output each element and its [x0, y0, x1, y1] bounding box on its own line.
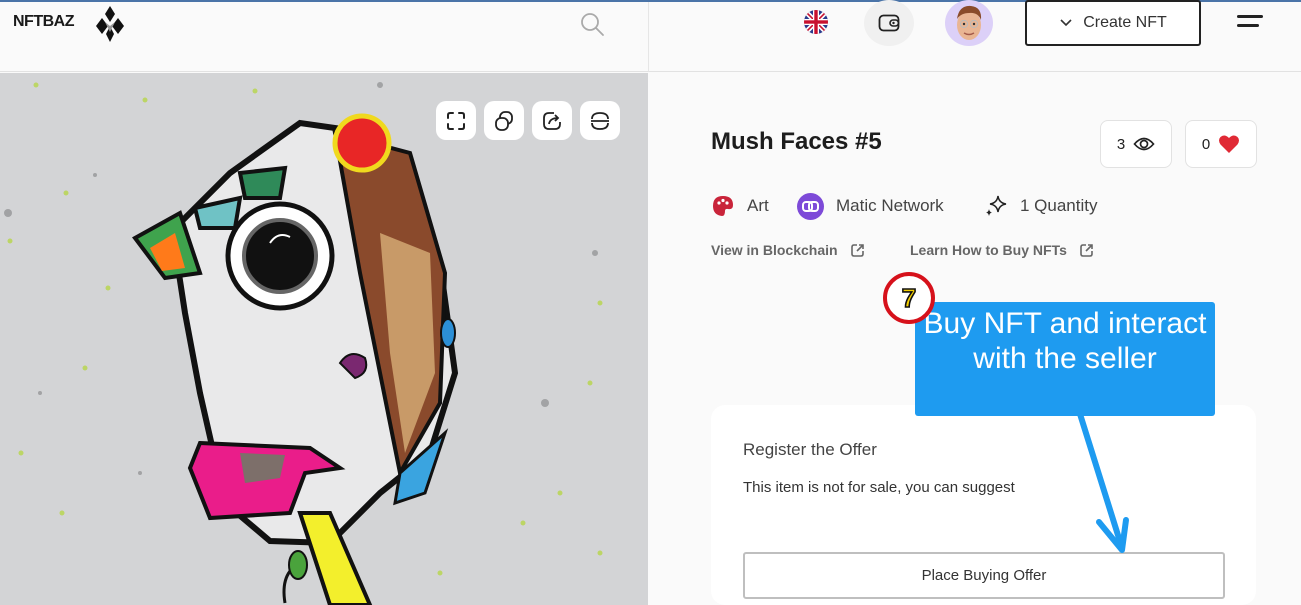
- category-tag[interactable]: Art: [711, 193, 769, 219]
- view-in-blockchain-link[interactable]: View in Blockchain: [711, 242, 865, 258]
- place-buying-offer-button[interactable]: Place Buying Offer: [743, 552, 1225, 599]
- artwork-image: [0, 73, 648, 605]
- offer-description: This item is not for sale, you can sugge…: [743, 479, 1015, 496]
- create-nft-button[interactable]: Create NFT: [1025, 0, 1201, 46]
- artwork-toolbar: [436, 101, 620, 140]
- quantity-tag: 1 Quantity: [984, 193, 1098, 219]
- share-icon: [543, 111, 561, 130]
- create-nft-label: Create NFT: [1083, 14, 1167, 31]
- copy-button[interactable]: [484, 101, 524, 140]
- offer-title: Register the Offer: [743, 440, 877, 459]
- likes-count: 0: [1201, 135, 1211, 153]
- sparkle-icon: [986, 195, 1007, 216]
- fullscreen-icon: [447, 111, 465, 130]
- views-count: 3: [1116, 135, 1126, 153]
- scan-icon: [591, 111, 609, 130]
- palette-icon: [713, 196, 733, 216]
- search-icon[interactable]: [580, 12, 606, 38]
- like-button[interactable]: 0: [1185, 120, 1257, 168]
- fullscreen-button[interactable]: [436, 101, 476, 140]
- learn-how-to-buy-label: Learn How to Buy NFTs: [910, 242, 1067, 258]
- header-left: NFTBAZ: [0, 2, 648, 72]
- views-counter: 3: [1100, 120, 1172, 168]
- avatar-face-icon: [957, 5, 982, 40]
- quantity-label: 1 Quantity: [1020, 196, 1098, 215]
- eye-icon: [1133, 137, 1155, 151]
- category-label: Art: [747, 196, 769, 215]
- learn-how-to-buy-link[interactable]: Learn How to Buy NFTs: [910, 242, 1094, 258]
- wallet-icon: [878, 14, 900, 32]
- external-link-icon: [850, 243, 864, 257]
- nft-title: Mush Faces #5: [711, 128, 882, 155]
- share-button[interactable]: [532, 101, 572, 140]
- scan-button[interactable]: [580, 101, 620, 140]
- uk-flag-icon[interactable]: [804, 10, 828, 34]
- user-avatar[interactable]: [945, 0, 993, 46]
- polygon-matic-icon: [797, 192, 824, 220]
- external-link-icon: [1080, 243, 1093, 257]
- step-number-badge: 7: [883, 272, 935, 324]
- copy-icon: [495, 110, 513, 131]
- view-in-blockchain-label: View in Blockchain: [711, 242, 838, 258]
- logo-text[interactable]: NFTBAZ: [13, 13, 74, 31]
- hamburger-menu-icon[interactable]: [1237, 15, 1263, 31]
- network-label: Matic Network: [836, 196, 944, 215]
- nft-artwork[interactable]: [0, 73, 648, 605]
- heart-icon: [1219, 135, 1240, 153]
- logo-icon[interactable]: [96, 4, 124, 44]
- network-tag[interactable]: Matic Network: [797, 192, 944, 220]
- chevron-down-icon: [1060, 19, 1072, 27]
- wallet-button[interactable]: [864, 0, 914, 46]
- annotation-callout: Buy NFT and interact with the seller: [915, 302, 1215, 416]
